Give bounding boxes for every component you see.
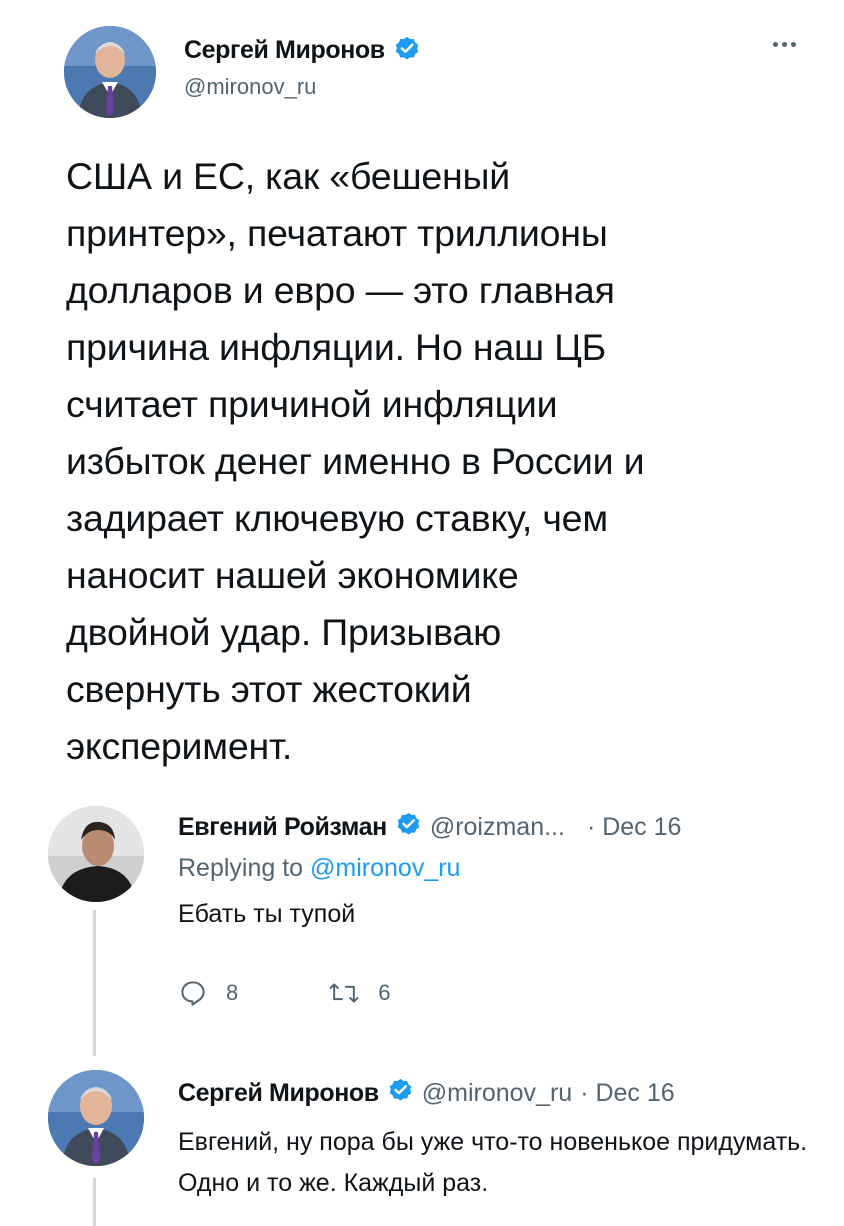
author-handle[interactable]: @roizman... [430,813,565,842]
avatar[interactable] [64,26,156,118]
main-tweet-header: Сергей Миронов @mironov_ru [64,26,804,118]
retweet-icon [328,978,360,1008]
verified-badge-icon [395,810,422,844]
tweet-date[interactable]: · Dec 16 [580,1079,674,1108]
tweet-actions: 8 6 [178,975,818,1011]
tweet-text: США и ЕС, как «бешеный принтер», печатаю… [66,155,645,767]
reply-count: 8 [226,980,239,1005]
retweet-count: 6 [378,980,391,1005]
tweet-date[interactable]: · Dec 16 [587,813,681,842]
author-name[interactable]: Сергей Миронов [184,36,385,65]
reply-text: Евгений, ну пора бы уже что-то новенькое… [178,1128,808,1197]
retweet-button[interactable]: 6 [328,978,391,1008]
verified-badge-icon [387,1076,414,1110]
author-name[interactable]: Сергей Миронов [178,1079,379,1108]
avatar[interactable] [48,1070,144,1166]
thread-connector [93,910,96,1056]
reply-tweet: Евгений Ройзман @roizman... · Dec 16 Rep… [178,808,818,1011]
more-horizontal-icon[interactable] [764,32,804,56]
reply-button[interactable]: 8 [178,978,238,1008]
replying-to: Replying to @mironov_ru [178,854,818,890]
author-handle[interactable]: @mironov_ru [184,74,316,100]
author-handle[interactable]: @mironov_ru [422,1079,572,1108]
reply-tweet: Сергей Миронов @mironov_ru · Dec 16 Евге… [178,1074,818,1204]
reply-text: Ебать ты тупой [178,900,356,928]
thread-connector [93,1178,96,1226]
verified-badge-icon [393,34,421,67]
mention-link[interactable]: @mironov_ru [310,854,460,882]
avatar[interactable] [48,806,144,902]
reply-icon [178,978,208,1008]
replying-to-label: Replying to [178,854,311,882]
author-name[interactable]: Евгений Ройзман [178,813,387,842]
